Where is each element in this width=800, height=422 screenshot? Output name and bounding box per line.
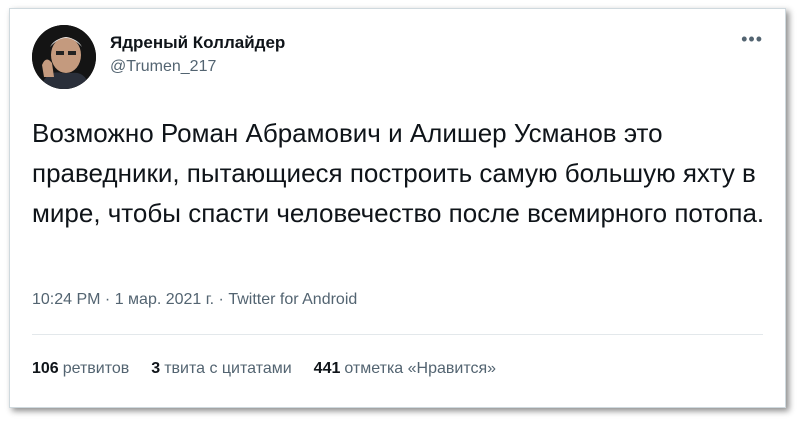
likes-stat[interactable]: 441 отметка «Нравится» <box>314 360 496 378</box>
author-name[interactable]: Ядреный Коллайдер <box>110 33 285 53</box>
more-options-icon[interactable]: ••• <box>741 29 763 50</box>
tweet-date[interactable]: 1 мар. 2021 г. <box>115 291 214 308</box>
meta-separator: · <box>214 291 229 308</box>
retweets-stat[interactable]: 106 ретвитов <box>32 360 129 378</box>
tweet-text: Возможно Роман Абрамович и Алишер Усмано… <box>32 118 765 228</box>
quotes-stat[interactable]: 3 твита с цитатами <box>151 360 291 378</box>
meta-separator: · <box>100 291 115 308</box>
tweet-source[interactable]: Twitter for Android <box>228 291 357 308</box>
avatar[interactable] <box>32 25 96 89</box>
tweet-card: Ядреный Коллайдер @Trumen_217 ••• Возмож… <box>9 8 786 408</box>
likes-label: отметка «Нравится» <box>344 360 497 377</box>
divider <box>32 334 763 335</box>
engagement-stats: 106 ретвитов 3 твита с цитатами 441 отметка… <box>32 360 496 378</box>
tweet-metadata: 10:24 PM · 1 мар. 2021 г. · Twitter for … <box>32 291 357 309</box>
quotes-label: твита с цитатами <box>164 360 292 377</box>
quotes-count: 3 <box>151 360 161 377</box>
tweet-time[interactable]: 10:24 PM <box>32 291 100 308</box>
author-handle[interactable]: @Trumen_217 <box>110 58 216 76</box>
avatar-image <box>32 25 96 89</box>
retweets-label: ретвитов <box>62 360 130 377</box>
likes-count: 441 <box>313 360 341 377</box>
retweets-count: 106 <box>32 360 59 377</box>
